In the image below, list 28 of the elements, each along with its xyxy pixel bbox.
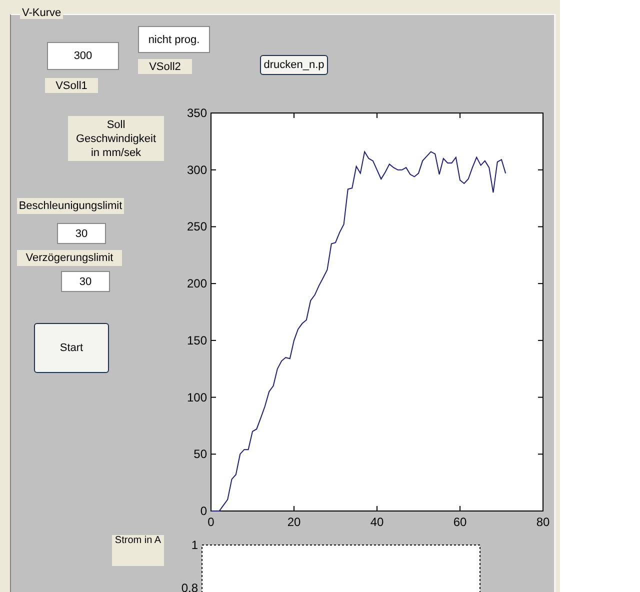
y-tick-label: 100	[186, 390, 207, 404]
y-tick-label: 1	[191, 538, 198, 552]
y-tick-label: 200	[186, 276, 207, 291]
y-tick-label: 150	[186, 333, 207, 348]
start-button[interactable]: Start	[34, 323, 109, 373]
deceleration-label: Verzögerungslimit	[17, 250, 122, 266]
y-tick-label: 0	[200, 504, 207, 518]
panel-title: V-Kurve	[20, 7, 64, 19]
y-tick-label: 250	[186, 220, 207, 234]
x-tick-label: 40	[370, 515, 384, 529]
y-tick-label: 300	[186, 162, 207, 177]
vsoll1-label: VSoll1	[45, 78, 98, 93]
print-button[interactable]: drucken_n.p	[260, 55, 328, 75]
x-tick-label: 80	[536, 515, 550, 529]
vsoll1-field[interactable]: 300	[47, 42, 119, 70]
speed-label: Soll Geschwindigkeit in mm/sek	[68, 116, 164, 161]
x-tick-label: 60	[453, 515, 467, 529]
y-tick-label: 0.8	[181, 581, 198, 592]
x-tick-label: 0	[208, 515, 214, 529]
vsoll2-label: VSoll2	[138, 59, 192, 74]
y-tick-label: 50	[194, 447, 207, 462]
vsoll2-field[interactable]: nicht prog.	[138, 26, 210, 53]
current-label: Strom in A	[112, 535, 164, 566]
x-tick-label: 20	[287, 515, 301, 529]
deceleration-field[interactable]: 30	[61, 271, 110, 292]
acceleration-field[interactable]: 30	[57, 223, 106, 244]
acceleration-label: Beschleunigungslimit	[17, 198, 124, 214]
y-tick-label: 350	[186, 106, 207, 120]
